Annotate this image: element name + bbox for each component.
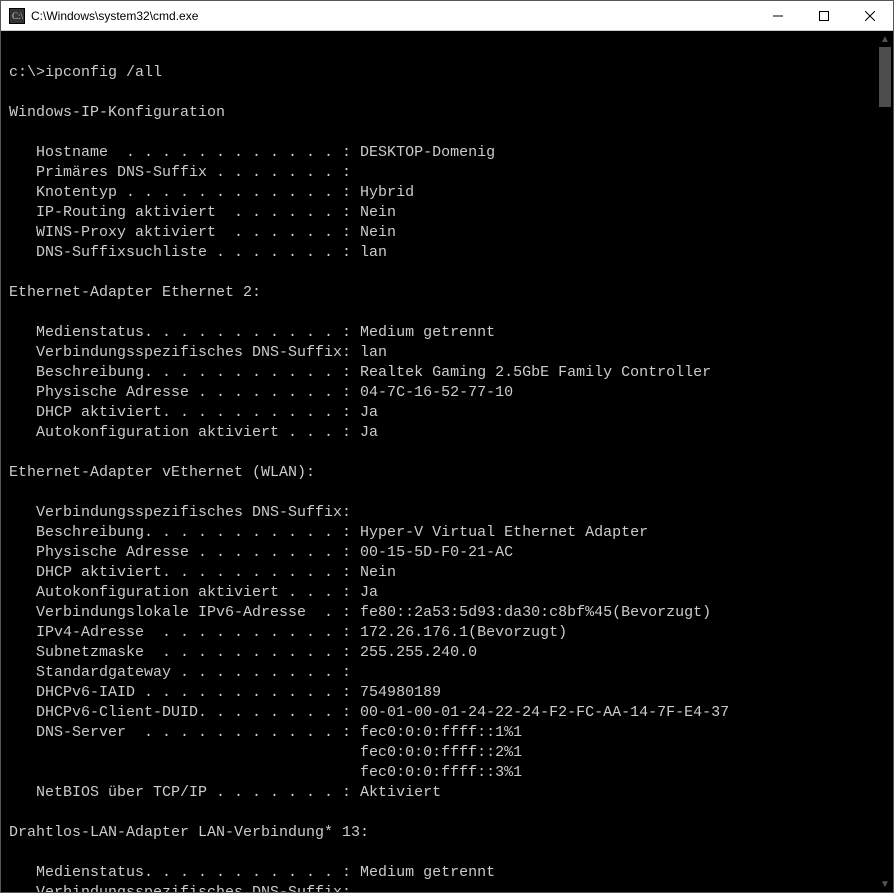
scroll-thumb[interactable] [879,47,891,107]
window-controls [755,1,893,30]
scrollbar[interactable]: ▲ ▼ [877,31,893,892]
close-button[interactable] [847,1,893,30]
scroll-up-icon[interactable]: ▲ [877,31,893,47]
titlebar[interactable]: C:\ C:\Windows\system32\cmd.exe [1,1,893,31]
cmd-icon: C:\ [9,8,25,24]
maximize-button[interactable] [801,1,847,30]
scroll-down-icon[interactable]: ▼ [877,876,893,892]
terminal-output[interactable]: c:\>ipconfig /all Windows-IP-Konfigurati… [1,31,893,892]
terminal-area[interactable]: c:\>ipconfig /all Windows-IP-Konfigurati… [1,31,893,892]
window-title: C:\Windows\system32\cmd.exe [31,9,755,23]
minimize-button[interactable] [755,1,801,30]
svg-text:C:\: C:\ [12,11,24,21]
